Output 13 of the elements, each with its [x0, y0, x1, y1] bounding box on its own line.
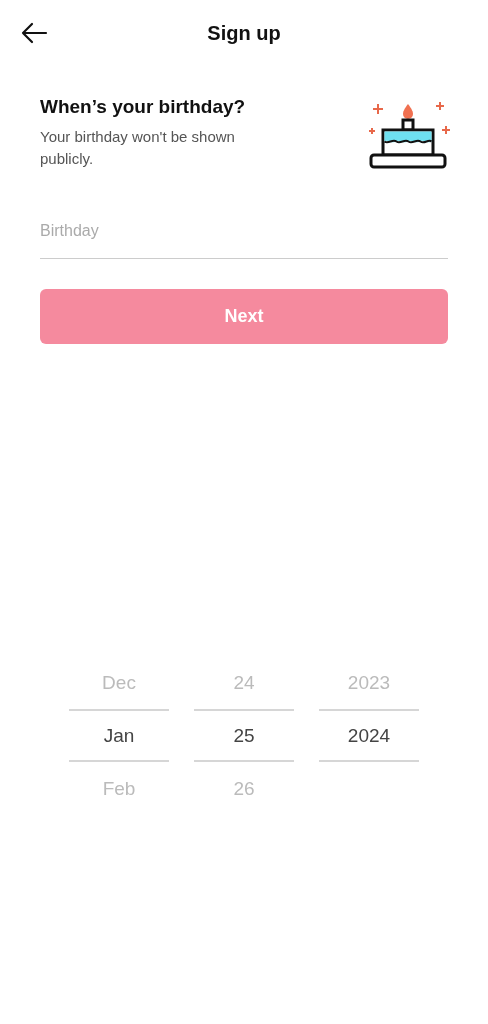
back-arrow-icon[interactable]	[20, 21, 48, 45]
picker-option[interactable]: Jan	[69, 709, 169, 762]
picker-option[interactable]: 2024	[319, 709, 419, 762]
birthday-heading: When’s your birthday?	[40, 96, 247, 118]
picker-option[interactable]: 24	[194, 656, 294, 709]
picker-option[interactable]: 2023	[319, 656, 419, 709]
birthday-subtitle: Your birthday won't be shown publicly.	[40, 127, 236, 169]
birthday-field[interactable]: Birthday	[40, 222, 448, 259]
page-title: Sign up	[207, 21, 281, 45]
picker-option[interactable]: Dec	[69, 656, 169, 709]
picker-option[interactable]: 25	[194, 709, 294, 762]
picker-option[interactable]: Feb	[69, 762, 169, 815]
picker-option[interactable]: 26	[194, 762, 294, 815]
